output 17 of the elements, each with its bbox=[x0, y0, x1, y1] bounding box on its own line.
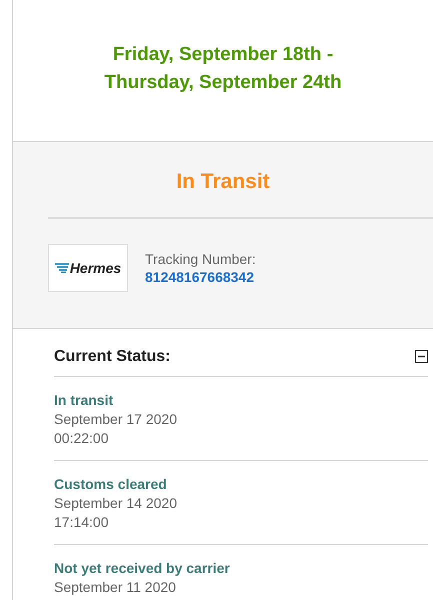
event-time: 17:14:00 bbox=[54, 513, 110, 532]
carrier-name: Hermes bbox=[70, 258, 122, 278]
shipment-status: In Transit bbox=[176, 168, 270, 195]
event-status: Not yet received by carrier bbox=[54, 559, 231, 578]
section-title: Current Status: bbox=[54, 346, 170, 366]
tracking-label: Tracking Number: bbox=[145, 250, 256, 268]
event-time: 00:22:00 bbox=[54, 429, 110, 448]
tracking-number-link[interactable]: 81248167668342 bbox=[145, 268, 256, 286]
event-date: September 11 2020 bbox=[54, 578, 177, 597]
delivery-date-end: Thursday, September 24th bbox=[104, 70, 342, 94]
event-status: Customs cleared bbox=[54, 475, 168, 494]
collapse-icon[interactable] bbox=[415, 350, 428, 363]
event-date: September 14 2020 bbox=[54, 494, 178, 513]
event-date: September 17 2020 bbox=[54, 410, 178, 429]
speed-lines-icon bbox=[54, 263, 69, 273]
delivery-date-start: Friday, September 18th - bbox=[112, 42, 334, 66]
event-status: In transit bbox=[54, 391, 114, 410]
